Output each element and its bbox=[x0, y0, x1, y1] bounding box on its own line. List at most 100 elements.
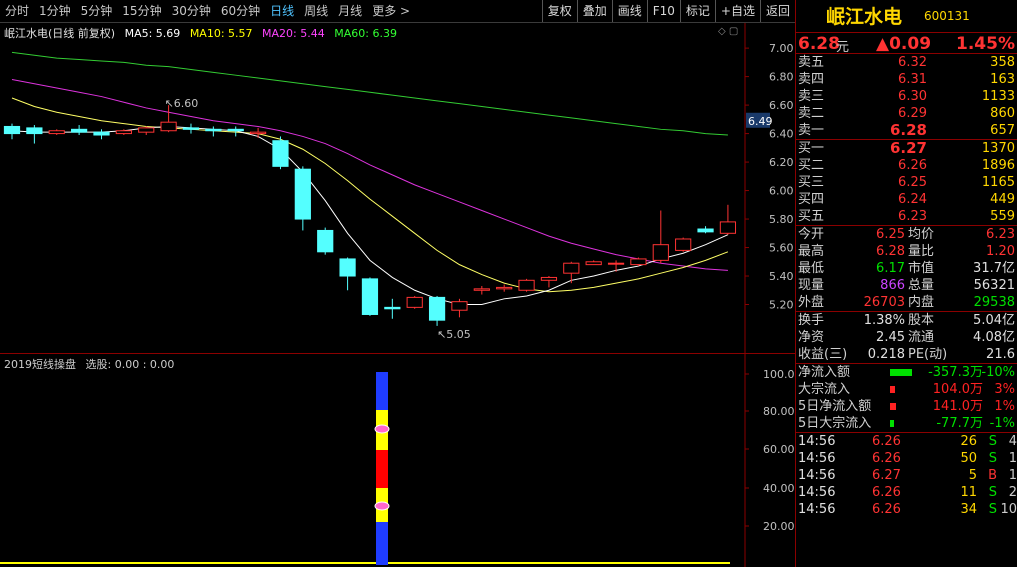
stat-value: 31.7亿 bbox=[973, 261, 1015, 276]
candle-body bbox=[607, 262, 625, 265]
candle-body bbox=[71, 128, 88, 133]
tick-side: S bbox=[988, 451, 997, 466]
book-row[interactable]: 买四 6.24 449 bbox=[796, 191, 1017, 208]
stat-value: 6.25 bbox=[876, 227, 905, 242]
stat-row: 最低 6.17 市值 31.7亿 bbox=[796, 260, 1017, 277]
chart-corner-icons[interactable]: ◇ ▢ bbox=[718, 26, 738, 37]
book-price: 6.31 bbox=[898, 72, 927, 87]
book-label: 卖四 bbox=[798, 72, 825, 87]
stat-label: 最高 bbox=[798, 244, 825, 259]
book-row[interactable]: 买三 6.25 1165 bbox=[796, 174, 1017, 191]
tick-row[interactable]: 14:56 6.26 11 S 2 bbox=[796, 484, 1017, 501]
stat-row: 换手 1.38% 股本 5.04亿 bbox=[796, 312, 1017, 329]
stat-value: 56321 bbox=[973, 278, 1015, 293]
period-tab[interactable]: 日线 bbox=[265, 0, 299, 22]
book-row[interactable]: 买五 6.23 559 bbox=[796, 208, 1017, 225]
candle-body bbox=[138, 127, 155, 133]
book-label: 买二 bbox=[798, 158, 825, 173]
tick-price: 6.26 bbox=[872, 434, 901, 449]
book-price: 6.26 bbox=[898, 158, 927, 173]
book-row[interactable]: 买二 6.26 1896 bbox=[796, 157, 1017, 174]
flow-pct: 3% bbox=[994, 382, 1015, 397]
book-volume: 163 bbox=[990, 72, 1015, 87]
toolbar-button[interactable]: 返回 bbox=[759, 0, 795, 22]
book-label: 买四 bbox=[798, 192, 825, 207]
period-tab[interactable]: 15分钟 bbox=[117, 0, 166, 22]
toolbar-button[interactable]: 标记 bbox=[679, 0, 715, 22]
tick-side: S bbox=[988, 502, 997, 517]
candle-body bbox=[160, 121, 177, 132]
book-row[interactable]: 卖三 6.30 1133 bbox=[796, 88, 1017, 105]
book-volume: 1896 bbox=[981, 158, 1015, 173]
candle-body bbox=[630, 258, 647, 266]
toolbar-button[interactable]: 叠加 bbox=[576, 0, 612, 22]
tick-side: S bbox=[988, 434, 997, 449]
indicator-panel[interactable]: 100.0 80.00 60.00 40.00 20.00 2019短线操盘 选股: 0… bbox=[0, 353, 795, 567]
ma5-label: MA5: 5.69 bbox=[124, 27, 181, 40]
period-tab[interactable]: 分时 bbox=[0, 0, 34, 22]
stat-value: 26703 bbox=[863, 295, 905, 310]
stat-value: 4.08亿 bbox=[973, 330, 1015, 345]
period-tab[interactable]: 月线 bbox=[333, 0, 367, 22]
tick-row[interactable]: 14:56 6.26 26 S 4 bbox=[796, 433, 1017, 450]
flow-label: 5日大宗流入 bbox=[798, 416, 872, 431]
book-price: 6.23 bbox=[898, 209, 927, 224]
period-tab[interactable]: 60分钟 bbox=[216, 0, 265, 22]
period-tab[interactable]: 30分钟 bbox=[167, 0, 216, 22]
money-flow-row: 大宗流入 104.0万 3% bbox=[796, 381, 1017, 398]
toolbar-button[interactable]: F10 bbox=[646, 0, 680, 22]
candle-body bbox=[115, 130, 132, 135]
stat-label: 最低 bbox=[798, 261, 825, 276]
indicator-tick-label: 80.00 bbox=[763, 405, 795, 418]
stat-row: 最高 6.28 量比 1.20 bbox=[796, 243, 1017, 260]
book-label: 卖一 bbox=[798, 123, 825, 138]
book-row[interactable]: 卖一 6.28 657 bbox=[796, 122, 1017, 139]
stat-value: 21.6 bbox=[986, 347, 1015, 362]
stat-value: 1.20 bbox=[986, 244, 1015, 259]
period-toolbar: 分时 1分钟 5分钟 15分钟 30分钟 60分钟 日线 周线 月线 更多 > 复权 叠加 画线 F10… bbox=[0, 0, 795, 23]
stat-label: 市值 bbox=[908, 261, 935, 276]
stat-label: 收益(三) bbox=[798, 347, 848, 362]
tick-row[interactable]: 14:56 6.26 34 S 10 bbox=[796, 501, 1017, 518]
indicator-tick-label: 60.00 bbox=[763, 443, 795, 456]
kline-chart[interactable]: 7.00 6.80 6.60 6.40 6.20 6.00 5.80 5.60 5.40 5.20… bbox=[0, 23, 795, 353]
candle-body bbox=[428, 296, 446, 321]
y-tick-label: 5.60 bbox=[769, 242, 794, 255]
tick-count: 1 bbox=[1008, 451, 1017, 466]
price-change-pct: 1.45% bbox=[956, 34, 1015, 54]
toolbar-button[interactable]: 复权 bbox=[541, 0, 577, 22]
book-row[interactable]: 卖二 6.29 860 bbox=[796, 105, 1017, 122]
tick-price: 6.26 bbox=[872, 502, 901, 517]
y-tick-label: 6.60 bbox=[769, 99, 794, 112]
period-tab[interactable]: 周线 bbox=[299, 0, 333, 22]
book-row[interactable]: 卖五 6.32 358 bbox=[796, 54, 1017, 71]
candle-body bbox=[451, 301, 468, 311]
candle-body bbox=[317, 229, 334, 253]
flow-label: 5日净流入额 bbox=[798, 399, 872, 414]
period-tab[interactable]: 1分钟 bbox=[34, 0, 76, 22]
candle-body bbox=[339, 258, 356, 277]
quote-header: 岷江水电 600131 bbox=[796, 0, 1017, 33]
bid-book: 买一 6.27 1370 买二 6.26 1896 买三 6.25 1165 买四 6.24 449 买… bbox=[796, 140, 1017, 226]
book-row[interactable]: 买一 6.27 1370 bbox=[796, 140, 1017, 157]
candle-body bbox=[563, 262, 580, 274]
tick-row[interactable]: 14:56 6.27 5 B 1 bbox=[796, 467, 1017, 484]
book-row[interactable]: 卖四 6.31 163 bbox=[796, 71, 1017, 88]
toolbar-button[interactable]: +自选 bbox=[714, 0, 760, 22]
tick-row[interactable]: 14:56 6.26 50 S 1 bbox=[796, 450, 1017, 467]
kline-svg[interactable]: 7.00 6.80 6.60 6.40 6.20 6.00 5.80 5.60 5.40 5.20… bbox=[0, 23, 795, 353]
book-price: 6.28 bbox=[889, 121, 927, 139]
candle-body bbox=[294, 168, 311, 220]
tick-price: 6.27 bbox=[872, 468, 901, 483]
toolbar-button[interactable]: 画线 bbox=[611, 0, 647, 22]
tick-side: S bbox=[988, 485, 997, 500]
candle-body bbox=[496, 286, 513, 290]
period-tab[interactable]: 5分钟 bbox=[76, 0, 118, 22]
tick-list[interactable]: 14:56 6.26 26 S 4 14:56 6.26 50 S 1 14:56 6.27 5 B 1 14… bbox=[796, 433, 1017, 518]
period-tab[interactable]: 更多 > bbox=[367, 0, 415, 22]
signal-lips-icon bbox=[374, 501, 390, 511]
stock-code: 600131 bbox=[924, 9, 970, 23]
book-label: 买三 bbox=[798, 175, 825, 190]
tick-count: 4 bbox=[1008, 434, 1017, 449]
y-tick-label: 7.00 bbox=[769, 42, 794, 55]
